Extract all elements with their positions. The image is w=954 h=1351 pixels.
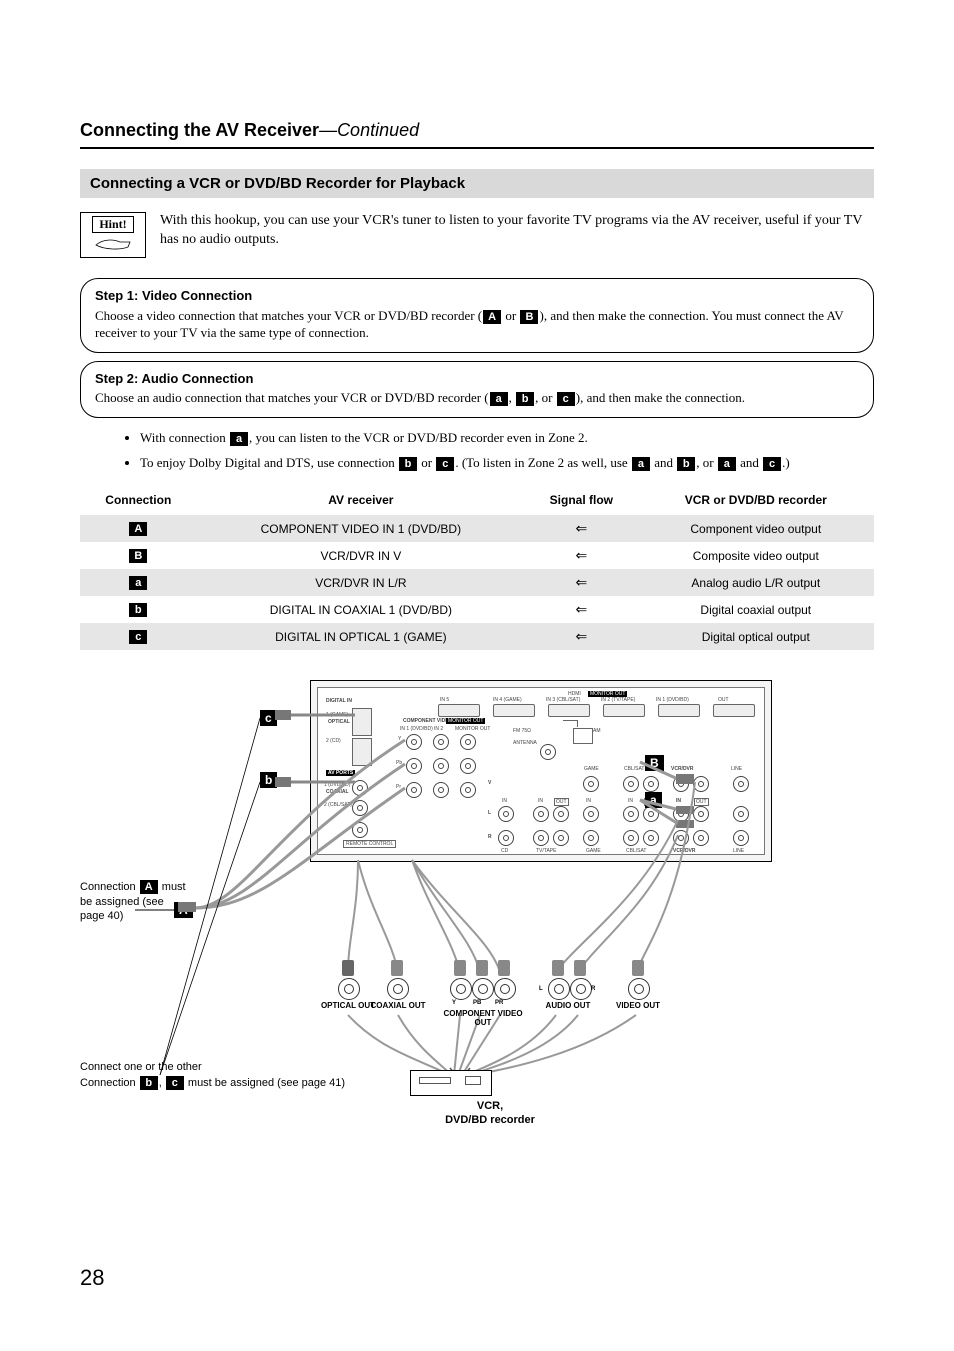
step1-body: Choose a video connection that matches y… xyxy=(95,307,859,342)
step2-body: Choose an audio connection that matches … xyxy=(95,389,859,407)
receiver-rear-panel: HDMI MONITOR OUT IN 5 IN 4 (GAME) IN 3 (… xyxy=(310,680,772,862)
badge-a: a xyxy=(490,392,508,406)
step1-box: Step 1: Video Connection Choose a video … xyxy=(80,278,874,353)
th-device: VCR or DVD/BD recorder xyxy=(638,487,874,515)
plug-component-label: COMPONENT VIDEO OUT xyxy=(438,1010,528,1028)
plug-row: OPTICAL OUT COAXIAL OUT Y PB PR COMPONEN… xyxy=(320,960,780,1040)
plug-audio-label: AUDIO OUT xyxy=(538,1002,598,1011)
step2-box: Step 2: Audio Connection Choose an audio… xyxy=(80,361,874,418)
table-row: c DIGITAL IN OPTICAL 1 (GAME) ⇐ Digital … xyxy=(80,623,874,650)
section-title: Connecting a VCR or DVD/BD Recorder for … xyxy=(80,169,874,198)
badge-A: A xyxy=(483,310,501,324)
hint-icon: Hint! xyxy=(80,212,146,258)
step1-title: Step 1: Video Connection xyxy=(95,287,859,305)
hint-block: Hint! With this hookup, you can use your… xyxy=(80,212,874,258)
table-header-row: Connection AV receiver Signal flow VCR o… xyxy=(80,487,874,515)
th-connection: Connection xyxy=(80,487,197,515)
recorder-label: VCR, DVD/BD recorder xyxy=(410,1100,570,1126)
recorder-icon xyxy=(410,1070,492,1096)
th-receiver: AV receiver xyxy=(197,487,526,515)
table-row: B VCR/DVR IN V ⇐ Composite video output xyxy=(80,542,874,569)
arrow-left-icon: ⇐ xyxy=(525,569,637,596)
running-continued: —Continued xyxy=(319,120,419,140)
badge-b: b xyxy=(516,392,534,406)
running-header: Connecting the AV Receiver—Continued xyxy=(80,120,874,149)
figure-bottom-note: Connect one or the other Connection b, c… xyxy=(80,1060,345,1091)
step2-title: Step 2: Audio Connection xyxy=(95,370,859,388)
arrow-left-icon: ⇐ xyxy=(525,623,637,650)
plug-coaxial-label: COAXIAL OUT xyxy=(368,1002,428,1011)
fig-badge-B: B xyxy=(645,755,664,771)
fig-badge-A: A xyxy=(174,902,193,918)
badge-B: B xyxy=(520,310,538,324)
badge-c: c xyxy=(557,392,575,406)
fig-badge-a: a xyxy=(645,792,662,808)
fig-badge-c: c xyxy=(260,710,277,726)
paper-icon xyxy=(95,237,131,251)
hint-text: With this hookup, you can use your VCR's… xyxy=(160,212,874,250)
th-flow: Signal flow xyxy=(525,487,637,515)
table-row: A COMPONENT VIDEO IN 1 (DVD/BD) ⇐ Compon… xyxy=(80,515,874,542)
page-number: 28 xyxy=(80,1265,104,1291)
bullet-2: To enjoy Dolby Digital and DTS, use conn… xyxy=(140,453,874,474)
hint-label: Hint! xyxy=(92,216,133,233)
arrow-left-icon: ⇐ xyxy=(525,596,637,623)
arrow-left-icon: ⇐ xyxy=(525,515,637,542)
bullet-1: With connection a, you can listen to the… xyxy=(140,428,874,449)
arrow-left-icon: ⇐ xyxy=(525,542,637,569)
wiring-figure: Connection A must be assigned (see page … xyxy=(80,680,874,1140)
running-title: Connecting the AV Receiver xyxy=(80,120,319,140)
connection-table: Connection AV receiver Signal flow VCR o… xyxy=(80,487,874,650)
plug-video-label: VIDEO OUT xyxy=(608,1002,668,1011)
table-row: b DIGITAL IN COAXIAL 1 (DVD/BD) ⇐ Digita… xyxy=(80,596,874,623)
fig-badge-b: b xyxy=(260,772,277,788)
bullet-list: With connection a, you can listen to the… xyxy=(100,428,874,474)
table-row: a VCR/DVR IN L/R ⇐ Analog audio L/R outp… xyxy=(80,569,874,596)
